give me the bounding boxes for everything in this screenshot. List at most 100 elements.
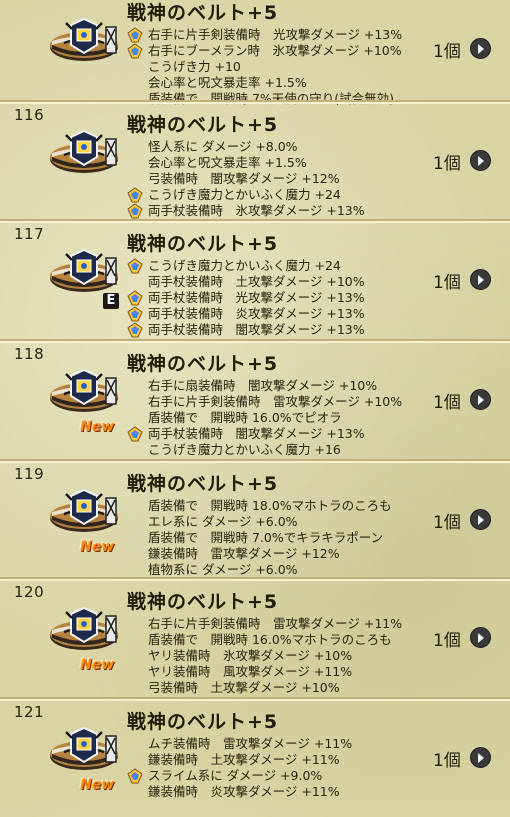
item-count: 1個 (433, 631, 461, 651)
item-count: 1個 (433, 751, 461, 771)
property-text: 盾装備で 開戦時 16.0%マホトラのころも (148, 632, 392, 647)
list-item[interactable]: 戦神のベルト+5 右手に片手剣装備時 光攻撃ダメージ +13% 右手にブーメラン時 … (0, 0, 510, 108)
item-title: 戦神のベルト+5 (127, 114, 279, 136)
property-line: 右手に片手剣装備時 雷攻撃ダメージ +10% (148, 394, 402, 410)
property-text: 右手にブーメラン時 氷攻撃ダメージ +10% (148, 43, 402, 58)
property-line: 盾装備で 開戦時 16.0%マホトラのころも (148, 632, 402, 648)
property-text: ムチ装備時 雷攻撃ダメージ +11% (148, 736, 353, 751)
list-item[interactable]: 119 New 戦神のベルト+5 盾装備で 開戦時 18.0%マホトラのころも エレ系に… (0, 459, 510, 579)
item-number: 119 (14, 465, 45, 483)
property-line: 両手杖装備時 土攻撃ダメージ +10% (148, 274, 365, 290)
property-text: 右手に片手剣装備時 雷攻撃ダメージ +11% (148, 616, 403, 631)
property-line: こうげき魔力とかいふく魔力 +24 (127, 187, 365, 203)
item-list: 戦神のベルト+5 右手に片手剣装備時 光攻撃ダメージ +13% 右手にブーメラン時 … (0, 0, 510, 800)
chevron-right-icon[interactable] (470, 509, 491, 530)
property-text: 弓装備時 土攻撃ダメージ +10% (148, 680, 340, 695)
list-item[interactable]: 121 New 戦神のベルト+5 ムチ装備時 雷攻撃ダメージ +11% 鎌装備時 土攻撃… (0, 697, 510, 817)
property-text: こうげき魔力とかいふく魔力 +16 (148, 442, 341, 457)
property-text: 右手に片手剣装備時 雷攻撃ダメージ +10% (148, 394, 403, 409)
jewel-icon (127, 290, 143, 306)
property-list: 右手に扇装備時 闇攻撃ダメージ +10% 右手に片手剣装備時 雷攻撃ダメージ +1… (127, 378, 402, 458)
property-list: ムチ装備時 雷攻撃ダメージ +11% 鎌装備時 土攻撃ダメージ +11% スライム系… (127, 736, 352, 800)
jewel-icon (127, 187, 143, 203)
property-line: 会心率と呪文暴走率 +1.5% (148, 155, 365, 171)
jewel-icon (127, 322, 143, 338)
property-line: ヤリ装備時 氷攻撃ダメージ +10% (148, 648, 402, 664)
item-count: 1個 (433, 513, 461, 533)
chevron-right-icon[interactable] (470, 627, 491, 648)
property-line: 鎌装備時 炎攻撃ダメージ +11% (148, 784, 352, 800)
property-list: 盾装備で 開戦時 18.0%マホトラのころも エレ系に ダメージ +6.0% 盾装備… (148, 498, 392, 578)
property-line: 弓装備時 土攻撃ダメージ +10% (148, 680, 402, 696)
property-text: 鎌装備時 炎攻撃ダメージ +11% (148, 784, 340, 799)
item-title: 戦神のベルト+5 (127, 353, 279, 375)
property-text: 鎌装備時 雷攻撃ダメージ +12% (148, 546, 340, 561)
property-line: 盾装備で 開戦時 16.0%でピオラ (148, 410, 402, 426)
property-text: ヤリ装備時 風攻撃ダメージ +11% (148, 664, 353, 679)
property-text: ヤリ装備時 氷攻撃ダメージ +10% (148, 648, 353, 663)
property-line: ヤリ装備時 風攻撃ダメージ +11% (148, 664, 402, 680)
property-list: こうげき魔力とかいふく魔力 +24 両手杖装備時 土攻撃ダメージ +10% 両手杖装… (127, 258, 365, 338)
property-list: 怪人系に ダメージ +8.0% 会心率と呪文暴走率 +1.5% 弓装備時 闇攻撃ダメ… (127, 139, 365, 219)
item-count: 1個 (433, 393, 461, 413)
property-line: こうげき魔力とかいふく魔力 +24 (127, 258, 365, 274)
property-line: 両手杖装備時 光攻撃ダメージ +13% (127, 290, 365, 306)
property-line: 怪人系に ダメージ +8.0% (148, 139, 365, 155)
chevron-right-icon[interactable] (470, 747, 491, 768)
property-text: こうげき魔力とかいふく魔力 +24 (148, 258, 341, 273)
property-line: スライム系に ダメージ +9.0% (127, 768, 352, 784)
property-line: こうげき魔力とかいふく魔力 +16 (148, 442, 402, 458)
chevron-right-icon[interactable] (470, 389, 491, 410)
chevron-right-icon[interactable] (470, 150, 491, 171)
item-number: 116 (14, 106, 45, 124)
property-text: 両手杖装備時 闇攻撃ダメージ +13% (148, 322, 365, 337)
item-number: 118 (14, 345, 45, 363)
property-text: 両手杖装備時 闇攻撃ダメージ +13% (148, 426, 365, 441)
property-text: 両手杖装備時 氷攻撃ダメージ +13% (148, 203, 365, 218)
property-text: 会心率と呪文暴走率 +1.5% (148, 75, 307, 90)
new-badge: New (80, 539, 115, 555)
jewel-icon (127, 258, 143, 274)
chevron-right-icon[interactable] (470, 38, 491, 59)
property-line: 鎌装備時 雷攻撃ダメージ +12% (148, 546, 392, 562)
property-list: 右手に片手剣装備時 雷攻撃ダメージ +11% 盾装備で 開戦時 16.0%マホトラ… (148, 616, 402, 696)
list-item[interactable]: 120 New 戦神のベルト+5 右手に片手剣装備時 雷攻撃ダメージ +11% 盾装備で… (0, 577, 510, 697)
jewel-icon (127, 203, 143, 219)
item-title: 戦神のベルト+5 (127, 2, 279, 24)
new-badge: New (80, 657, 115, 673)
property-line: エレ系に ダメージ +6.0% (148, 514, 392, 530)
property-text: こうげき魔力とかいふく魔力 +24 (148, 187, 341, 202)
jewel-icon (127, 43, 143, 59)
property-text: 怪人系に ダメージ +8.0% (148, 139, 298, 154)
list-item[interactable]: 116 戦神のベルト+5 怪人系に ダメージ +8.0% 会心率と呪文暴走率 +1.5… (0, 100, 510, 220)
property-line: 右手にブーメラン時 氷攻撃ダメージ +10% (127, 43, 402, 59)
property-line: 弓装備時 闇攻撃ダメージ +12% (148, 171, 365, 187)
property-line: 両手杖装備時 氷攻撃ダメージ +13% (127, 203, 365, 219)
item-title: 戦神のベルト+5 (127, 591, 279, 613)
property-text: エレ系に ダメージ +6.0% (148, 514, 298, 529)
item-title: 戦神のベルト+5 (127, 473, 279, 495)
jewel-icon (127, 27, 143, 43)
property-line: 盾装備で 開戦時 7.0%でキラキラポーン (148, 530, 392, 546)
belt-icon (46, 246, 122, 298)
property-text: 盾装備で 開戦時 7.0%でキラキラポーン (148, 530, 384, 545)
property-text: 植物系に ダメージ +6.0% (148, 562, 298, 577)
item-number: 121 (14, 703, 45, 721)
property-list: 右手に片手剣装備時 光攻撃ダメージ +13% 右手にブーメラン時 氷攻撃ダメージ … (127, 27, 403, 107)
list-item[interactable]: 117 E 戦神のベルト+5 こうげき魔力とかいふく魔力 +24 両手杖装備時 土攻撃ダ… (0, 219, 510, 339)
property-text: 両手杖装備時 炎攻撃ダメージ +13% (148, 306, 365, 321)
belt-icon (46, 724, 122, 776)
item-number: 117 (14, 225, 45, 243)
item-count: 1個 (433, 273, 461, 293)
item-count: 1個 (433, 154, 461, 174)
item-count: 1個 (433, 42, 461, 62)
item-title: 戦神のベルト+5 (127, 711, 279, 733)
property-text: 右手に片手剣装備時 光攻撃ダメージ +13% (148, 27, 403, 42)
property-line: 右手に扇装備時 闇攻撃ダメージ +10% (148, 378, 402, 394)
property-text: 右手に扇装備時 闇攻撃ダメージ +10% (148, 378, 378, 393)
property-line: 盾装備で 開戦時 18.0%マホトラのころも (148, 498, 392, 514)
list-item[interactable]: 118 New 戦神のベルト+5 右手に扇装備時 闇攻撃ダメージ +10% 右手に片手剣… (0, 339, 510, 459)
chevron-right-icon[interactable] (470, 269, 491, 290)
property-line: ムチ装備時 雷攻撃ダメージ +11% (148, 736, 352, 752)
property-line: 両手杖装備時 炎攻撃ダメージ +13% (127, 306, 365, 322)
